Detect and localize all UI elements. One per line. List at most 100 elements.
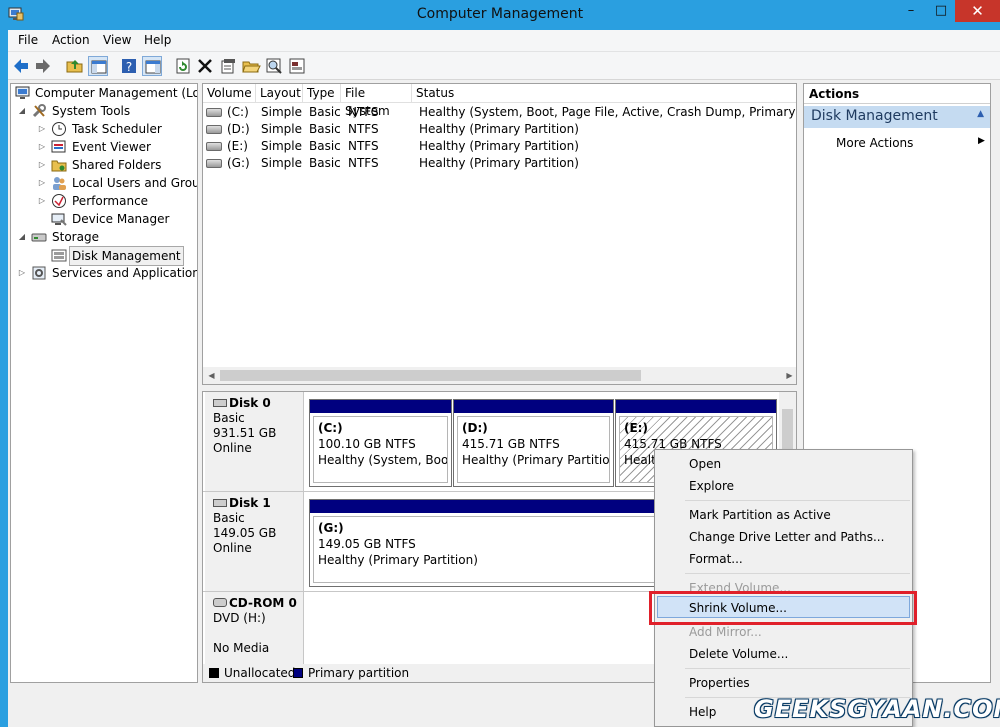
menu-item-properties[interactable]: Properties [689, 676, 750, 690]
clock-icon [51, 121, 67, 137]
unallocated-swatch [209, 668, 219, 678]
legend-primary: Primary partition [308, 666, 410, 680]
maximize-button[interactable]: □ [926, 0, 956, 22]
table-row[interactable]: (D:) Simple Basic NTFS Healthy (Primary … [203, 121, 796, 138]
collapse-arrow-icon[interactable]: ▷ [37, 192, 47, 210]
cell-type: Basic [309, 139, 341, 153]
menu-item-delete-volume[interactable]: Delete Volume... [689, 647, 788, 661]
refresh-icon[interactable] [173, 56, 193, 76]
actions-section-label: Disk Management [811, 108, 938, 124]
highlight-annotation-box [649, 591, 917, 625]
menu-help[interactable]: Help [144, 33, 171, 47]
partition-c-info: (C:) 100.10 GB NTFS Healthy (System, Boo… [313, 416, 448, 483]
scroll-right-icon[interactable]: ▶ [781, 367, 796, 384]
tree-label-shared-folders: Shared Folders [72, 158, 162, 172]
cell-volume: (C:) [227, 105, 249, 119]
services-icon [31, 265, 47, 281]
watermark: GEEKSGYAAN.COM [754, 695, 1000, 723]
disk1-type: Basic [213, 511, 245, 525]
partition-bar [454, 400, 613, 413]
menu-separator [685, 668, 910, 669]
partition-size: 415.71 GB NTFS [462, 437, 560, 451]
tree-label-services: Services and Applications [52, 266, 198, 280]
minimize-button[interactable]: – [896, 0, 926, 22]
cell-layout: Simple [261, 105, 302, 119]
cdrom-label[interactable]: CD-ROM 0 DVD (H:) No Media [205, 592, 304, 666]
more-actions-item[interactable]: More Actions [836, 136, 913, 150]
menu-action[interactable]: Action [52, 33, 90, 47]
table-row[interactable]: (E:) Simple Basic NTFS Healthy (Primary … [203, 138, 796, 155]
search-icon[interactable] [264, 56, 284, 76]
collapse-arrow-icon[interactable]: ▷ [17, 264, 27, 282]
partition-name: (D:) [462, 421, 488, 435]
scrollbar-thumb[interactable] [220, 370, 641, 381]
disk0-size: 931.51 GB [213, 426, 277, 440]
disk1-label[interactable]: Disk 1 Basic 149.05 GB Online [205, 492, 304, 591]
horizontal-scrollbar[interactable]: ◀ ▶ [203, 367, 796, 384]
menu-separator [685, 500, 910, 501]
partition-name: (E:) [624, 421, 648, 435]
cell-file-system: NTFS [348, 139, 379, 153]
expand-arrow-icon[interactable]: ◢ [17, 228, 27, 246]
column-header-type[interactable]: Type [303, 84, 341, 103]
cell-volume: (G:) [227, 156, 250, 170]
table-row[interactable]: (C:) Simple Basic NTFS Healthy (System, … [203, 104, 796, 121]
cell-status: Healthy (Primary Partition) [419, 122, 579, 136]
menu-item-format[interactable]: Format... [689, 552, 743, 566]
menu-view[interactable]: View [103, 33, 131, 47]
menu-item-change-drive-letter[interactable]: Change Drive Letter and Paths... [689, 530, 884, 544]
cdrom-drive: DVD (H:) [213, 611, 266, 625]
partition-size: 100.10 GB NTFS [318, 437, 416, 451]
help-icon[interactable]: ? [119, 56, 139, 76]
column-header-status[interactable]: Status [412, 84, 796, 103]
tree-label-event-viewer: Event Viewer [72, 140, 151, 154]
up-folder-icon[interactable] [65, 56, 85, 76]
menu-item-help[interactable]: Help [689, 705, 716, 719]
actions-section-disk-management[interactable]: Disk Management ▲ [804, 106, 990, 128]
partition-status: Healthy (Primary Partition) [462, 453, 610, 467]
collapse-arrow-icon[interactable]: ▷ [37, 156, 47, 174]
disk0-label[interactable]: Disk 0 Basic 931.51 GB Online [205, 392, 304, 491]
show-hide-tree-icon[interactable] [88, 56, 108, 76]
cell-type: Basic [309, 122, 341, 136]
menu-item-mark-active[interactable]: Mark Partition as Active [689, 508, 831, 522]
users-icon [51, 175, 67, 191]
scroll-left-icon[interactable]: ◀ [203, 367, 220, 384]
close-button[interactable]: ✕ [955, 0, 1000, 22]
cell-layout: Simple [261, 122, 302, 136]
collapse-up-icon[interactable]: ▲ [977, 109, 984, 119]
partition-c[interactable]: (C:) 100.10 GB NTFS Healthy (System, Boo… [309, 399, 452, 487]
column-header-volume[interactable]: Volume [203, 84, 256, 103]
cell-layout: Simple [261, 156, 302, 170]
show-hide-action-pane-icon[interactable] [142, 56, 162, 76]
drive-icon [206, 125, 222, 134]
collapse-arrow-icon[interactable]: ▷ [37, 174, 47, 192]
menu-separator [685, 573, 910, 574]
column-header-file-system[interactable]: File System [341, 84, 412, 118]
disk0-name: Disk 0 [229, 396, 271, 410]
menu-file[interactable]: File [18, 33, 38, 47]
disk1-size: 149.05 GB [213, 526, 277, 540]
menu-bar: File Action View Help [8, 30, 1000, 52]
column-header-layout[interactable]: Layout [256, 84, 303, 103]
forward-icon[interactable] [33, 56, 53, 76]
cell-file-system: NTFS [348, 105, 379, 119]
back-icon[interactable] [11, 56, 31, 76]
properties-icon[interactable] [218, 56, 238, 76]
cell-file-system: NTFS [348, 122, 379, 136]
delete-icon[interactable] [195, 56, 215, 76]
collapse-arrow-icon[interactable]: ▷ [37, 138, 47, 156]
menu-item-open[interactable]: Open [689, 457, 721, 471]
disk-properties-icon[interactable] [287, 56, 307, 76]
open-folder-icon[interactable] [241, 56, 261, 76]
tree-label-disk-management: Disk Management [69, 246, 184, 266]
menu-item-add-mirror: Add Mirror... [689, 625, 762, 639]
collapse-arrow-icon[interactable]: ▷ [37, 120, 47, 138]
tree-label-root: Computer Management (Local [35, 86, 198, 100]
event-viewer-icon [51, 139, 67, 155]
disk1-name: Disk 1 [229, 496, 271, 510]
table-row[interactable]: (G:) Simple Basic NTFS Healthy (Primary … [203, 155, 796, 172]
partition-d[interactable]: (D:) 415.71 GB NTFS Healthy (Primary Par… [453, 399, 614, 487]
menu-item-explore[interactable]: Explore [689, 479, 734, 493]
expand-arrow-icon[interactable]: ◢ [17, 102, 27, 120]
